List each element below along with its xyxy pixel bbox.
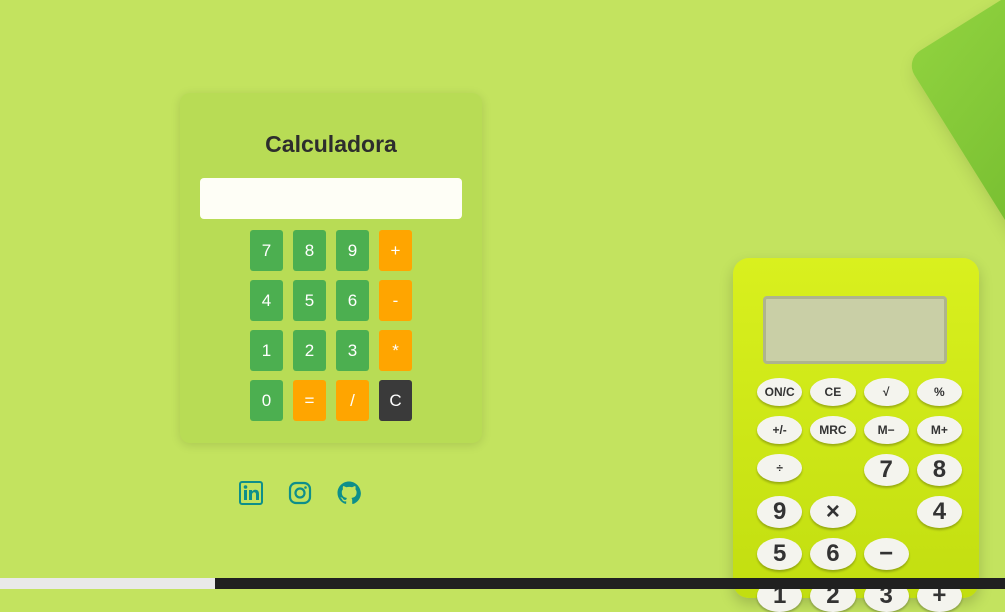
key-button[interactable]: 9 [336,230,369,271]
background-notebook [905,0,1005,281]
key-button[interactable]: - [379,280,412,321]
key-button[interactable]: 1 [250,330,283,371]
key-button[interactable]: 7 [250,230,283,271]
github-icon[interactable] [337,481,361,505]
calculator-title: Calculadora [265,131,397,157]
calculator-keypad: 7 8 9 +4 5 6- 1 2 3 * 0 = / C [250,230,412,421]
background-calculator-photo: ON/C CE √% +/- MRC M− M+ ÷ 7 8 9 × 4 5 6−1 2 3 + [733,258,979,612]
calculator-display[interactable] [200,178,462,219]
background-calculator-key: % [916,378,962,406]
social-links [239,481,361,505]
background-calculator-key: M+ [916,416,962,444]
instagram-icon[interactable] [288,481,312,505]
background-calculator-keys: ON/C CE √% +/- MRC M− M+ ÷ 7 8 9 × 4 5 6−1 2 3 + [757,378,962,612]
key-button[interactable]: 0 [250,380,283,421]
background-calculator-screen [763,296,947,364]
background-calculator-key: M− [863,416,909,444]
key-button[interactable]: 4 [250,280,283,321]
background-calculator-key: 4 [916,496,962,528]
background-calculator-key: CE [810,378,856,406]
key-button[interactable]: 8 [293,230,326,271]
taskbar [0,578,1005,589]
key-button[interactable]: 5 [293,280,326,321]
key-button[interactable]: C [379,380,412,421]
background-calculator-key: 5 [757,538,803,570]
background-calculator-key: 6 [810,538,856,570]
background-calculator-key: 7 [863,454,909,486]
background-calculator-key: 8 [916,454,962,486]
background-calculator-key: 9 [757,496,803,528]
key-button[interactable]: = [293,380,326,421]
key-button[interactable]: * [379,330,412,371]
key-button[interactable]: + [379,230,412,271]
background-calculator-key: ON/C [757,378,803,406]
background-calculator-key: − [863,538,909,570]
background-calculator-key: ÷ [757,454,803,482]
background-calculator-key: MRC [810,416,856,444]
key-button[interactable]: 6 [336,280,369,321]
background-calculator-key: √ [863,378,909,406]
key-button[interactable]: 2 [293,330,326,371]
taskbar-left [0,578,215,589]
key-button[interactable]: / [336,380,369,421]
background-calculator-key: +/- [757,416,803,444]
background-calculator-key: × [810,496,856,528]
calculator-card: Calculadora 7 8 9 +4 5 6- 1 2 3 * 0 = / C [180,93,482,443]
linkedin-icon[interactable] [239,481,263,505]
key-button[interactable]: 3 [336,330,369,371]
